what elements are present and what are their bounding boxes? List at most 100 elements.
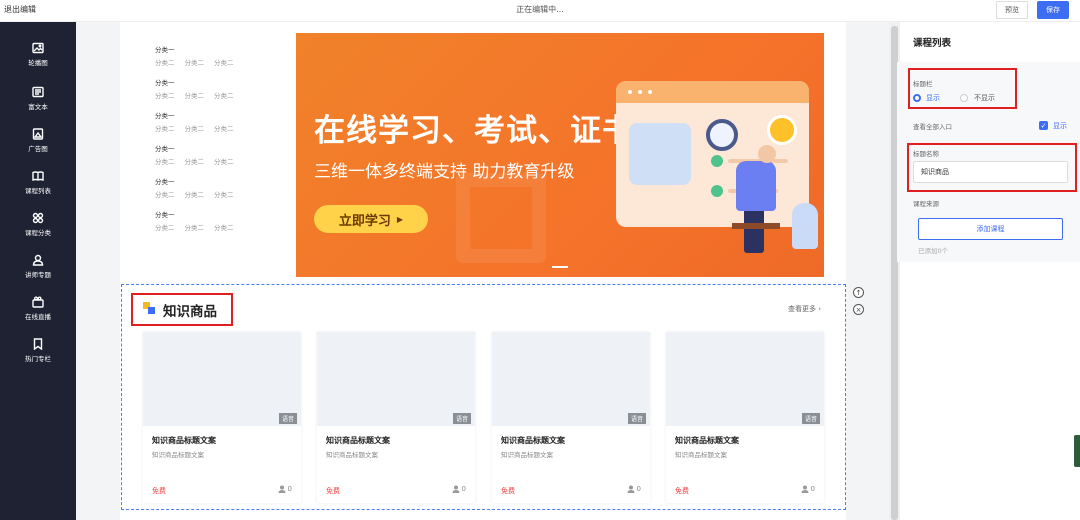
live-icon	[32, 296, 44, 308]
category-item[interactable]: 分类一 分类二 分类二 分类二	[155, 143, 244, 166]
banner-cta-button[interactable]: 立即学习 ▶	[314, 205, 428, 233]
subcategory[interactable]: 分类二	[214, 191, 234, 199]
subcategory[interactable]: 分类二	[155, 92, 175, 100]
top-bar: 退出编辑 正在编辑中... 预览 保存	[0, 0, 1080, 22]
category-item[interactable]: 分类一 分类二 分类二 分类二	[155, 77, 244, 100]
course-title: 知识商品标题文案	[501, 436, 565, 445]
book-icon	[32, 171, 44, 182]
carousel-indicator[interactable]	[552, 266, 568, 268]
category-title: 分类一	[155, 145, 175, 153]
image-icon	[32, 42, 44, 54]
rich-text-icon	[32, 86, 44, 98]
subcategory[interactable]: 分类二	[185, 224, 205, 232]
view-all-checkbox[interactable]: ✓	[1039, 121, 1048, 130]
category-item[interactable]: 分类一 分类二 分类二 分类二	[155, 176, 244, 199]
person-illustration	[736, 161, 776, 211]
course-subtitle: 知识商品标题文案	[501, 451, 553, 459]
banner-headline: 在线学习、考试、证书	[314, 113, 634, 149]
user-icon	[801, 485, 809, 493]
subcategory[interactable]: 分类二	[155, 125, 175, 133]
sidebar-item-carousel[interactable]: 轮播图	[0, 42, 76, 76]
subcategory[interactable]: 分类二	[185, 158, 205, 166]
plant-illustration	[792, 203, 818, 249]
preview-button[interactable]: 预览	[996, 1, 1028, 19]
subcategory[interactable]: 分类二	[185, 191, 205, 199]
course-source-label: 课程来源	[913, 200, 939, 208]
carousel-banner[interactable]: 在线学习、考试、证书 三维一体多终端支持 助力教育升级 立即学习 ▶	[296, 33, 824, 277]
user-icon	[627, 485, 635, 493]
course-card[interactable]: 语音 知识商品标题文案 知识商品标题文案 免费 0	[143, 332, 301, 503]
subcategory[interactable]: 分类二	[214, 158, 234, 166]
window-dot	[638, 90, 642, 94]
floating-side-tab[interactable]	[1074, 435, 1080, 467]
save-button[interactable]: 保存	[1037, 1, 1069, 19]
sidebar-item-lecturer[interactable]: 讲师专题	[0, 254, 76, 288]
subcategory[interactable]: 分类二	[155, 191, 175, 199]
sidebar-item-label: 讲师专题	[25, 271, 51, 279]
person-illustration-head	[758, 145, 776, 163]
banner-subline: 三维一体多终端支持 助力教育升级	[314, 162, 575, 182]
banner-decoration	[456, 173, 546, 263]
user-icon	[452, 485, 460, 493]
course-subtitle: 知识商品标题文案	[675, 451, 727, 459]
course-type-tag: 语音	[801, 413, 820, 424]
exit-edit-link[interactable]: 退出编辑	[4, 4, 36, 15]
sidebar-item-ad-image[interactable]: 广告图	[0, 128, 76, 162]
subcategory[interactable]: 分类二	[185, 125, 205, 133]
settings-panel-title: 课程列表	[913, 38, 952, 49]
learner-count-value: 0	[810, 485, 815, 493]
subcategory[interactable]: 分类二	[185, 92, 205, 100]
move-up-icon[interactable]: ↑	[853, 287, 864, 298]
course-card[interactable]: 语音 知识商品标题文案 知识商品标题文案 免费 0	[492, 332, 650, 503]
category-title: 分类一	[155, 79, 175, 87]
play-arrow-icon: ▶	[396, 214, 404, 224]
add-course-button[interactable]: 添加课程	[918, 218, 1063, 240]
delete-module-icon[interactable]: ×	[853, 304, 864, 315]
subcategory[interactable]: 分类二	[155, 59, 175, 67]
sidebar-item-label: 课程分类	[25, 229, 51, 237]
view-all-checkbox-label[interactable]: 显示	[1053, 121, 1067, 131]
course-card[interactable]: 语音 知识商品标题文案 知识商品标题文案 免费 0	[317, 332, 475, 503]
course-type-tag: 语音	[627, 413, 646, 424]
sidebar-item-rich-text[interactable]: 富文本	[0, 86, 76, 120]
added-count: 已添加0个	[918, 247, 949, 255]
subcategory[interactable]: 分类二	[155, 224, 175, 232]
banner-cta-label: 立即学习	[338, 213, 391, 229]
user-icon	[278, 485, 286, 493]
subcategory[interactable]: 分类二	[214, 224, 234, 232]
sidebar-item-label: 富文本	[28, 103, 48, 111]
sidebar-item-live[interactable]: 在线直播	[0, 296, 76, 330]
category-item[interactable]: 分类一 分类二 分类二 分类二	[155, 209, 244, 232]
sidebar-item-hot-column[interactable]: 热门专栏	[0, 338, 76, 372]
sidebar-item-course-list[interactable]: 课程列表	[0, 170, 76, 204]
course-card[interactable]: 语音 知识商品标题文案 知识商品标题文案 免费 0	[666, 332, 824, 503]
subcategory[interactable]: 分类二	[214, 125, 234, 133]
see-more-label: 查看更多	[788, 305, 816, 313]
sidebar-item-course-category[interactable]: 课程分类	[0, 212, 76, 246]
learner-count: 0	[627, 485, 641, 493]
subcategory[interactable]: 分类二	[185, 59, 205, 67]
check-icon	[711, 155, 723, 167]
annotation-highlight	[908, 68, 1017, 109]
course-title: 知识商品标题文案	[326, 436, 390, 445]
course-price: 免费	[675, 487, 689, 495]
subcategory[interactable]: 分类二	[214, 59, 234, 67]
course-thumbnail	[143, 332, 301, 426]
category-title: 分类一	[155, 46, 175, 54]
learner-count-value: 0	[461, 485, 466, 493]
subcategory[interactable]: 分类二	[155, 158, 175, 166]
category-item[interactable]: 分类一 分类二 分类二 分类二	[155, 44, 244, 67]
bookmark-icon	[33, 338, 43, 350]
category-item[interactable]: 分类一 分类二 分类二 分类二	[155, 110, 244, 133]
window-dot	[628, 90, 632, 94]
chevron-right-icon: ›	[818, 305, 822, 313]
learner-count: 0	[452, 485, 466, 493]
annotation-highlight	[907, 143, 1077, 192]
subcategory[interactable]: 分类二	[214, 92, 234, 100]
annotation-highlight	[131, 293, 233, 326]
course-subtitle: 知识商品标题文案	[152, 451, 204, 459]
course-price: 免费	[501, 487, 515, 495]
sidebar-item-label: 在线直播	[25, 313, 51, 321]
see-more-link[interactable]: 查看更多 ›	[788, 304, 821, 314]
course-thumbnail	[492, 332, 650, 426]
